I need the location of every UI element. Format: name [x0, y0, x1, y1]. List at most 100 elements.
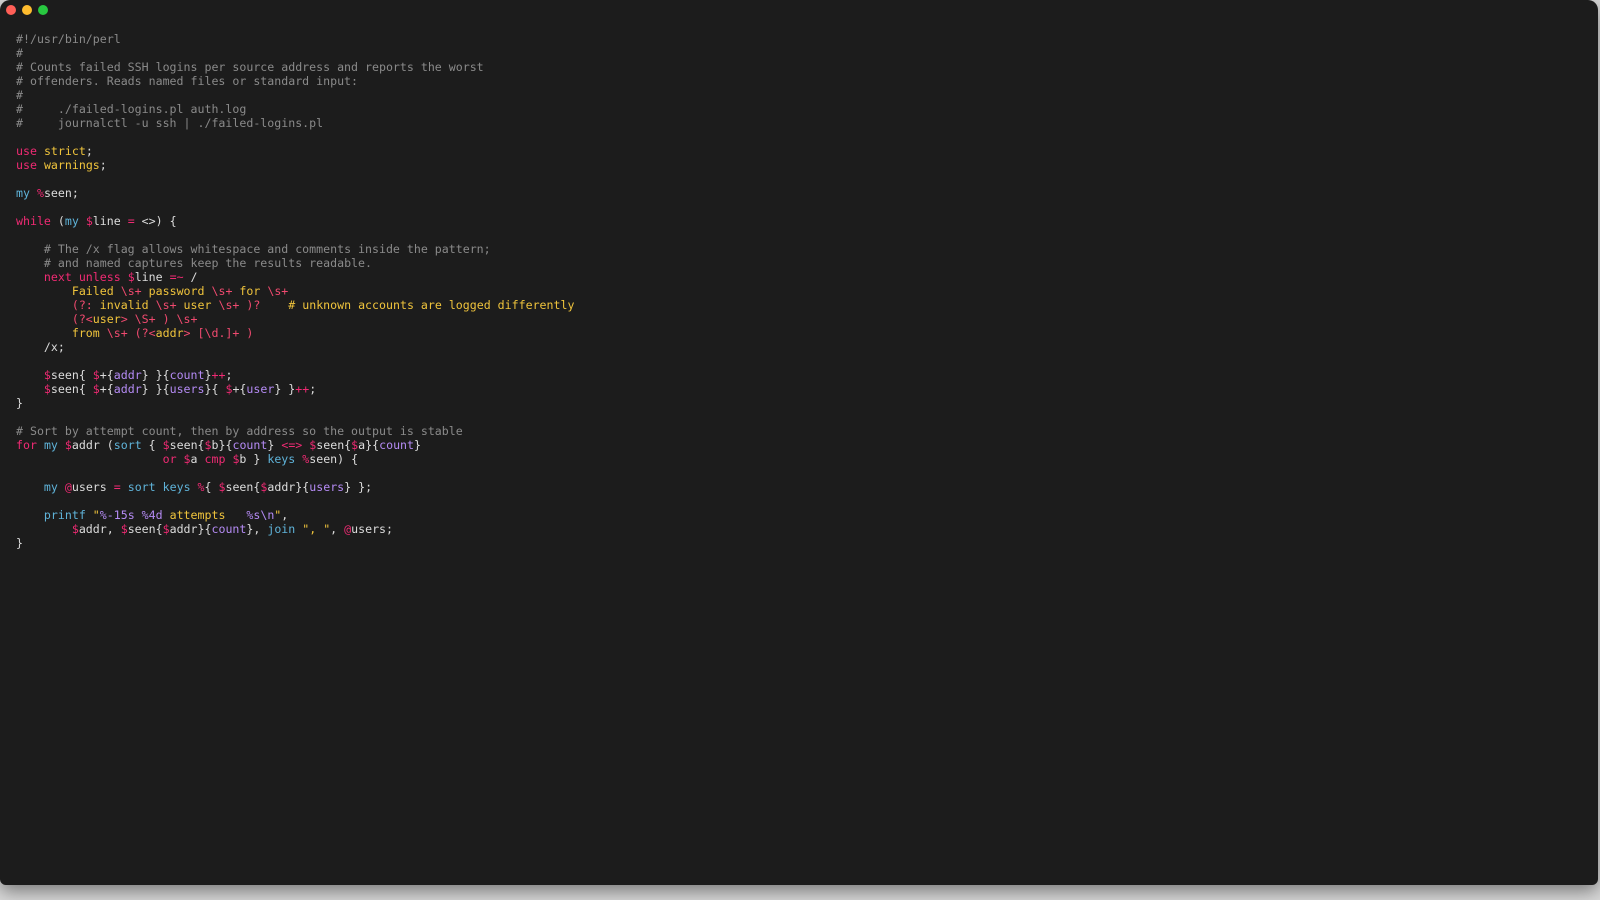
code-token-plain: ;	[309, 382, 317, 396]
code-token-regex: from	[71, 326, 107, 340]
code-token-keyword: or	[162, 452, 177, 466]
code-line: #	[16, 88, 1578, 102]
code-token-comment: # The /x flag allows whitespace and comm…	[43, 242, 491, 256]
code-token-keyword: for	[16, 438, 37, 452]
code-token-comment: # offenders. Reads named files or standa…	[16, 74, 359, 88]
code-token-regexmeta: (?<	[71, 312, 93, 326]
code-token-string: strict	[43, 144, 86, 158]
code-token-sigil: $	[162, 438, 170, 452]
code-token-sigil: @	[64, 480, 72, 494]
code-token-sigil: $	[162, 522, 170, 536]
code-token-builtin: my	[64, 214, 79, 228]
code-token-op: ++	[211, 368, 226, 382]
code-line: $seen{ $+{addr} }{users}{ $+{user} }++;	[16, 382, 1578, 396]
code-token-string: "	[92, 508, 100, 522]
code-token-key: user	[246, 382, 275, 396]
code-token-op: =~	[169, 270, 184, 284]
code-token-plain: +{	[99, 382, 114, 396]
code-token-sigil: $	[92, 368, 100, 382]
code-token-sigil: %	[36, 186, 44, 200]
code-line: while (my $line = <>) {	[16, 214, 1578, 228]
code-token-string: warnings	[43, 158, 100, 172]
code-token-comment: # and named captures keep the results re…	[43, 256, 372, 270]
code-line: # ./failed-logins.pl auth.log	[16, 102, 1578, 116]
zoom-button[interactable]	[38, 5, 48, 15]
code-token-key: count	[169, 368, 205, 382]
code-token-key: addr	[113, 368, 142, 382]
code-token-regexmeta: \s+	[120, 284, 142, 298]
code-token-key: count	[211, 522, 247, 536]
code-token-plain: } };	[344, 480, 373, 494]
code-token-regexmeta: \s+	[211, 284, 233, 298]
code-token-plain: ,	[281, 508, 289, 522]
code-token-plain: addr}{	[267, 480, 310, 494]
code-token-plain: ,	[330, 522, 345, 536]
code-line: $addr, $seen{$addr}{count}, join ", ", @…	[16, 522, 1578, 536]
code-line: }	[16, 396, 1578, 410]
code-editor[interactable]: #!/usr/bin/perl # # Counts failed SSH logi…	[16, 32, 1578, 550]
code-token-plain: {	[141, 438, 163, 452]
code-token-plain: ;	[225, 368, 233, 382]
code-line: # journalctl -u ssh | ./failed-logins.pl	[16, 116, 1578, 130]
code-token-regexmeta: > \S+ ) \s+	[120, 312, 198, 326]
code-token-regex: addr	[155, 326, 184, 340]
code-token-regexcomment: # unknown accounts are logged differentl…	[288, 298, 575, 312]
code-token-builtin: sort	[113, 438, 142, 452]
code-token-builtin: join	[267, 522, 296, 536]
code-token-plain: } }{	[141, 382, 170, 396]
code-token-builtin: my	[43, 480, 58, 494]
code-line: my @users = sort keys %{ $seen{$addr}{us…	[16, 480, 1578, 494]
code-token-plain: addr,	[78, 522, 121, 536]
code-line: # and named captures keep the results re…	[16, 256, 1578, 270]
code-token-comment: #	[16, 46, 23, 60]
code-token-plain: seen;	[43, 186, 79, 200]
code-token-op: ++	[295, 382, 310, 396]
code-token-comment: # Counts failed SSH logins per source ad…	[16, 60, 484, 74]
code-token-plain: +{	[99, 368, 114, 382]
code-token-sigil: $	[71, 522, 79, 536]
code-token-regex: password	[141, 284, 212, 298]
code-token-plain: }	[267, 438, 282, 452]
code-token-plain: seen{	[169, 438, 205, 452]
code-token-plain: addr}{	[169, 522, 212, 536]
code-token-plain: b}{	[211, 438, 233, 452]
code-token-plain: }{	[204, 382, 226, 396]
code-token-key: addr	[113, 382, 142, 396]
code-line: }	[16, 536, 1578, 550]
code-token-sigil: $	[43, 382, 51, 396]
code-token-plain: },	[246, 522, 268, 536]
minimize-button[interactable]	[22, 5, 32, 15]
code-token-sigil: $	[85, 214, 93, 228]
close-button[interactable]	[6, 5, 16, 15]
code-token-plain: }	[16, 396, 23, 410]
code-token-builtin: sort	[127, 480, 156, 494]
code-token-sigil: $	[64, 438, 72, 452]
code-token-regexmeta: > [\d.]+ )	[183, 326, 254, 340]
code-token-op: <=>	[281, 438, 303, 452]
code-token-regex: Failed	[71, 284, 121, 298]
code-token-plain: line	[134, 270, 170, 284]
code-line: $seen{ $+{addr} }{count}++;	[16, 368, 1578, 382]
code-token-plain: } }{	[141, 368, 170, 382]
code-token-regexmeta: \s+ )?	[218, 298, 261, 312]
code-token-escape: %s\n	[246, 508, 275, 522]
code-token-plain: /	[183, 270, 198, 284]
code-token-regexmeta: \s+ (?<	[106, 326, 156, 340]
